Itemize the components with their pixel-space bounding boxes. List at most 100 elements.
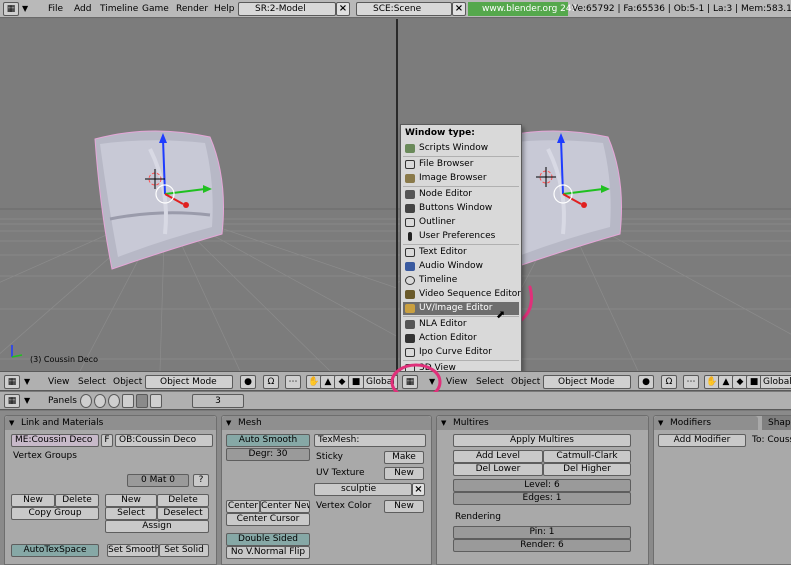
level-slider[interactable]: Level: 6 <box>453 479 631 492</box>
set-smooth-button[interactable]: Set Smooth <box>107 544 159 557</box>
menu-item-audio-window[interactable]: Audio Window <box>403 260 519 273</box>
material-new-button[interactable]: New <box>105 494 157 507</box>
menu-item-outliner[interactable]: Outliner <box>403 216 519 229</box>
material-delete-button[interactable]: Delete <box>157 494 209 507</box>
window-type-icon[interactable]: ▦ <box>4 375 20 389</box>
menu-item-ipo-curve-editor[interactable]: Ipo Curve Editor <box>403 346 519 359</box>
no-vnormal-flip-button[interactable]: No V.Normal Flip <box>226 546 310 559</box>
menu-item-file-browser[interactable]: File Browser <box>403 158 519 171</box>
menu-help[interactable]: Help <box>214 2 235 16</box>
menu-file[interactable]: File <box>48 2 63 16</box>
scene-icon[interactable] <box>150 394 162 408</box>
menu-add[interactable]: Add <box>74 2 91 16</box>
add-modifier-button[interactable]: Add Modifier <box>658 434 746 447</box>
logic-icon[interactable] <box>80 394 92 408</box>
menu-select[interactable]: Select <box>476 375 504 389</box>
blender-link[interactable]: www.blender.org 249 <box>468 2 577 16</box>
panel-title[interactable]: Multires <box>437 416 648 430</box>
menu-object[interactable]: Object <box>113 375 142 389</box>
set-solid-button[interactable]: Set Solid <box>159 544 209 557</box>
pivot-icon[interactable]: Ω <box>263 375 279 389</box>
panel-title[interactable]: Link and Materials <box>5 416 216 430</box>
material-help-button[interactable]: ? <box>193 474 209 487</box>
vertex-color-new-button[interactable]: New <box>384 500 424 513</box>
menu-item-node-editor[interactable]: Node Editor <box>403 188 519 201</box>
object-name-field[interactable]: OB:Coussin Deco <box>115 434 213 447</box>
menu-object[interactable]: Object <box>511 375 540 389</box>
mode-selector[interactable]: Object Mode <box>145 375 233 389</box>
dots-icon[interactable]: ⋯ <box>683 375 699 389</box>
subdivision-type-select[interactable]: Catmull-Clark <box>543 450 631 463</box>
center-cursor-button[interactable]: Center Cursor <box>226 513 310 526</box>
menu-item-image-browser[interactable]: Image Browser <box>403 172 519 185</box>
render-slider[interactable]: Render: 6 <box>453 539 631 552</box>
degree-field[interactable]: Degr: 30 <box>226 448 310 461</box>
delete-scene-button[interactable]: × <box>452 2 466 16</box>
draw-type-icon[interactable]: ● <box>638 375 654 389</box>
menu-item-video-sequence-editor[interactable]: Video Sequence Editor <box>403 288 521 301</box>
uv-layer-name: sculptie <box>341 484 377 494</box>
menu-item-user-preferences[interactable]: User Preferences <box>403 230 519 243</box>
frame-number-field[interactable]: 3 <box>192 394 244 408</box>
panel-title[interactable]: Modifiers <box>654 416 758 430</box>
panels-label[interactable]: Panels <box>48 394 77 408</box>
add-level-button[interactable]: Add Level <box>453 450 543 463</box>
square-icon[interactable]: ■ <box>348 375 364 389</box>
vgroup-delete-button[interactable]: Delete <box>55 494 99 507</box>
tab-shape[interactable]: Shap <box>762 416 791 430</box>
viewport-left[interactable]: (3) Coussin Deco <box>0 19 396 371</box>
menu-view[interactable]: View <box>446 375 467 389</box>
center-new-button[interactable]: Center New <box>260 500 310 513</box>
fake-user-button[interactable]: F <box>101 434 113 447</box>
copy-group-button[interactable]: Copy Group <box>11 507 99 520</box>
menu-item-buttons-window[interactable]: Buttons Window <box>403 202 519 215</box>
del-higher-button[interactable]: Del Higher <box>543 463 631 476</box>
edges-slider[interactable]: Edges: 1 <box>453 492 631 505</box>
collapse-menu-icon[interactable]: ▼ <box>22 4 28 13</box>
collapse-menu-icon[interactable]: ▼ <box>24 377 30 386</box>
draw-type-icon[interactable]: ● <box>240 375 256 389</box>
uv-texture-new-button[interactable]: New <box>384 467 424 480</box>
material-index-field[interactable]: 0 Mat 0 <box>127 474 189 487</box>
window-type-icon[interactable]: ▦ <box>3 2 19 16</box>
menu-timeline[interactable]: Timeline <box>100 2 138 16</box>
menu-item-timeline[interactable]: Timeline <box>403 274 519 287</box>
del-lower-button[interactable]: Del Lower <box>453 463 543 476</box>
autotexspace-button[interactable]: AutoTexSpace <box>11 544 99 557</box>
dots-icon[interactable]: ⋯ <box>285 375 301 389</box>
apply-multires-button[interactable]: Apply Multires <box>453 434 631 447</box>
auto-smooth-button[interactable]: Auto Smooth <box>226 434 310 447</box>
menu-item-text-editor[interactable]: Text Editor <box>403 246 519 259</box>
window-type-icon[interactable]: ▦ <box>4 394 20 408</box>
pivot-icon[interactable]: Ω <box>661 375 677 389</box>
panel-title[interactable]: Mesh <box>222 416 431 430</box>
mesh-name-field[interactable]: ME:Coussin Deco <box>11 434 99 447</box>
double-sided-button[interactable]: Double Sided <box>226 533 310 546</box>
orientation-selector[interactable]: Global <box>760 375 791 389</box>
center-button[interactable]: Center <box>226 500 260 513</box>
menu-item-scripts-window[interactable]: Scripts Window <box>403 142 519 155</box>
material-deselect-button[interactable]: Deselect <box>157 507 209 520</box>
uv-layer-delete-button[interactable]: × <box>412 483 425 496</box>
collapse-menu-icon[interactable]: ▼ <box>24 396 30 405</box>
delete-screen-button[interactable]: × <box>336 2 350 16</box>
mode-selector[interactable]: Object Mode <box>543 375 631 389</box>
texmesh-field[interactable]: TexMesh: <box>314 434 426 447</box>
menu-item-action-editor[interactable]: Action Editor <box>403 332 519 345</box>
material-select-button[interactable]: Select <box>105 507 157 520</box>
menu-game[interactable]: Game <box>142 2 169 16</box>
scene-selector[interactable]: SCE:Scene <box>356 2 452 16</box>
editing-icon[interactable] <box>136 394 148 408</box>
script-icon[interactable] <box>94 394 106 408</box>
vgroup-new-button[interactable]: New <box>11 494 55 507</box>
shading-icon[interactable] <box>108 394 120 408</box>
screen-selector[interactable]: SR:2-Model <box>238 2 336 16</box>
menu-select[interactable]: Select <box>78 375 106 389</box>
menu-view[interactable]: View <box>48 375 69 389</box>
pin-slider[interactable]: Pin: 1 <box>453 526 631 539</box>
menu-render[interactable]: Render <box>176 2 208 16</box>
sticky-make-button[interactable]: Make <box>384 451 424 464</box>
uv-layer-field[interactable]: sculptie <box>314 483 412 496</box>
object-icon[interactable] <box>122 394 134 408</box>
material-assign-button[interactable]: Assign <box>105 520 209 533</box>
